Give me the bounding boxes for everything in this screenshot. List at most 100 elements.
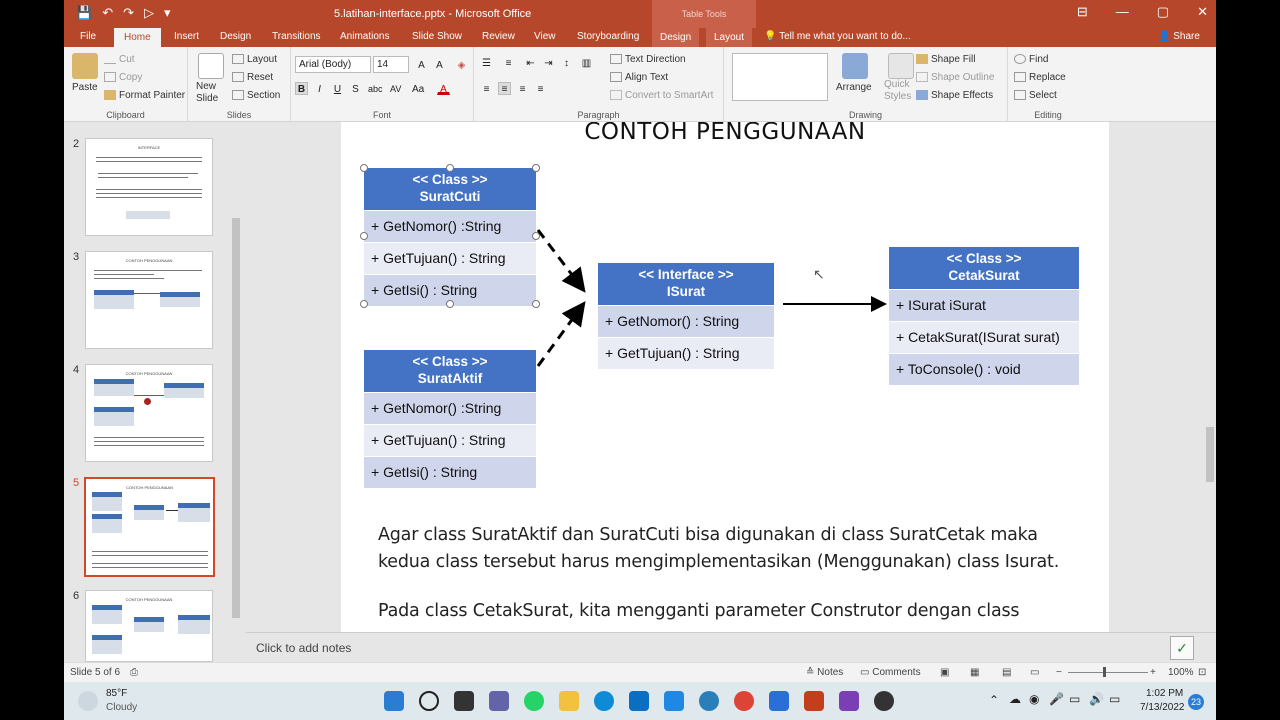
layout-button[interactable]: Layout (232, 54, 277, 65)
arrange-icon[interactable] (842, 53, 868, 79)
tab-transitions[interactable]: Transitions (272, 31, 321, 42)
shapes-gallery[interactable] (732, 53, 828, 101)
start-slideshow-icon[interactable]: ▷ (144, 5, 154, 21)
decrease-indent-icon[interactable]: ⇤ (524, 56, 537, 69)
cut-button[interactable]: Cut (104, 54, 135, 65)
slide-canvas[interactable]: CONTOH PENGGUNAAN << Class >> SuratCuti … (341, 122, 1109, 632)
zoom-in-icon[interactable]: + (1150, 667, 1156, 678)
microphone-icon[interactable]: 🎤 (1049, 692, 1064, 706)
bullets-icon[interactable]: ☰ (480, 56, 493, 69)
new-slide-button[interactable]: New Slide (196, 81, 218, 105)
undo-icon[interactable]: ↶ (102, 5, 113, 21)
numbering-icon[interactable]: ≡ (502, 56, 515, 69)
thumbnail-scrollbar-thumb[interactable] (232, 218, 240, 618)
convert-smartart-button[interactable]: Convert to SmartArt (610, 90, 713, 101)
font-family-select[interactable]: Arial (Body) (295, 56, 371, 73)
zoom-out-icon[interactable]: − (1056, 667, 1062, 678)
notes-pane[interactable]: Click to add notes ✓ (246, 632, 1216, 662)
justify-icon[interactable]: ≡ (534, 82, 547, 95)
notes-placeholder[interactable]: Click to add notes (256, 641, 351, 655)
vscode-icon[interactable] (664, 691, 684, 711)
align-right-icon[interactable]: ≡ (516, 82, 529, 95)
comments-toggle[interactable]: ▭ Comments (860, 667, 921, 678)
tab-review[interactable]: Review (482, 31, 515, 42)
character-spacing-icon[interactable]: AV (389, 82, 402, 95)
notification-badge[interactable]: 23 (1188, 694, 1204, 710)
edge-icon[interactable] (594, 691, 614, 711)
shrink-font-icon[interactable]: A (433, 58, 446, 71)
increase-indent-icon[interactable]: ⇥ (542, 56, 555, 69)
clock-time[interactable]: 1:02 PM (1146, 688, 1183, 699)
format-painter-button[interactable]: Format Painter (104, 90, 185, 101)
find-button[interactable]: Find (1014, 54, 1048, 65)
font-size-select[interactable]: 14 (373, 56, 409, 73)
windows-start-icon[interactable] (384, 691, 404, 711)
strikethrough-icon[interactable]: abc (367, 82, 383, 95)
replace-button[interactable]: Replace (1014, 72, 1066, 83)
shape-fill-button[interactable]: Shape Fill (916, 54, 975, 65)
underline-icon[interactable]: U (331, 82, 344, 95)
zoom-level[interactable]: 100% (1168, 667, 1194, 678)
constructor-paragraph[interactable]: Pada class CetakSurat, kita mengganti pa… (378, 598, 1020, 625)
text-direction-button[interactable]: Text Direction (610, 54, 686, 65)
columns-icon[interactable]: ▥ (580, 56, 593, 69)
paste-icon[interactable] (72, 53, 98, 79)
clear-formatting-icon[interactable]: ◈ (455, 58, 468, 71)
italic-icon[interactable]: I (313, 82, 326, 95)
powerpoint-icon[interactable] (804, 691, 824, 711)
tab-view[interactable]: View (534, 31, 556, 42)
normal-view-icon[interactable]: ▣ (940, 667, 949, 678)
tab-slide-show[interactable]: Slide Show (412, 31, 462, 42)
tab-design[interactable]: Design (220, 31, 251, 42)
tab-file[interactable]: File (80, 31, 96, 42)
tab-table-design[interactable]: Design (652, 28, 700, 47)
notes-toggle[interactable]: ≙ Notes (806, 667, 843, 678)
checkmark-icon[interactable]: ✓ (1170, 636, 1194, 660)
paste-button[interactable]: Paste (72, 82, 98, 93)
realization-arrow-suratcuti[interactable] (536, 229, 586, 293)
realization-arrow-surataktif[interactable] (536, 301, 586, 367)
slide-scrollbar-thumb[interactable] (1206, 427, 1214, 482)
grow-font-icon[interactable]: A (415, 58, 428, 71)
clock-date[interactable]: 7/13/2022 (1140, 702, 1185, 713)
volume-icon[interactable]: 🔊 (1089, 692, 1104, 706)
quick-styles-icon[interactable] (888, 53, 914, 79)
github-icon[interactable] (874, 691, 894, 711)
shape-outline-button[interactable]: Shape Outline (916, 72, 994, 83)
app-icon[interactable] (699, 691, 719, 711)
line-spacing-icon[interactable]: ↕ (560, 56, 573, 69)
maximize-button[interactable]: ▢ (1157, 4, 1169, 20)
weather-temp[interactable]: 85°F (106, 688, 127, 699)
copy-button[interactable]: Copy (104, 72, 142, 83)
tab-insert[interactable]: Insert (174, 31, 199, 42)
explanation-paragraph[interactable]: Agar class SuratAktif dan SuratCuti bisa… (378, 522, 1059, 576)
customize-qat-icon[interactable]: ▾ (164, 5, 171, 21)
store-icon[interactable] (629, 691, 649, 711)
slide-thumbnail-2[interactable]: INTERFACE (85, 138, 213, 236)
tab-home[interactable]: Home (114, 28, 161, 47)
network-icon[interactable]: ▭ (1069, 692, 1080, 706)
save-icon[interactable]: 💾 (76, 5, 92, 21)
ribbon-display-options-icon[interactable]: ⊟ (1077, 4, 1088, 20)
select-button[interactable]: Select (1014, 90, 1057, 101)
align-center-icon[interactable]: ≡ (498, 82, 511, 95)
file-explorer-icon[interactable] (559, 691, 579, 711)
weather-desc[interactable]: Cloudy (106, 702, 137, 713)
align-text-button[interactable]: Align Text (610, 72, 668, 83)
section-button[interactable]: Section (232, 90, 280, 101)
slide-thumbnail-5[interactable]: CONTOH PENGGUNAAN (84, 477, 215, 577)
thumbnail-scrollbar[interactable] (230, 122, 242, 662)
slideshow-view-icon[interactable]: ▭ (1030, 667, 1039, 678)
tab-table-layout[interactable]: Layout (706, 28, 753, 47)
minimize-button[interactable]: — (1116, 4, 1129, 20)
task-view-icon[interactable] (454, 691, 474, 711)
tell-me-search[interactable]: 💡 Tell me what you want to do... (764, 31, 911, 42)
slide-thumbnail-6[interactable]: CONTOH PENGGUNAAN (85, 590, 213, 662)
tab-animations[interactable]: Animations (340, 31, 389, 42)
shape-effects-button[interactable]: Shape Effects (916, 90, 993, 101)
arrange-button[interactable]: Arrange (836, 82, 872, 93)
tab-storyboarding[interactable]: Storyboarding (577, 31, 639, 42)
chrome-icon[interactable] (734, 691, 754, 711)
spell-check-icon[interactable]: ⎙ (130, 667, 138, 678)
reading-view-icon[interactable]: ▤ (1002, 667, 1011, 678)
